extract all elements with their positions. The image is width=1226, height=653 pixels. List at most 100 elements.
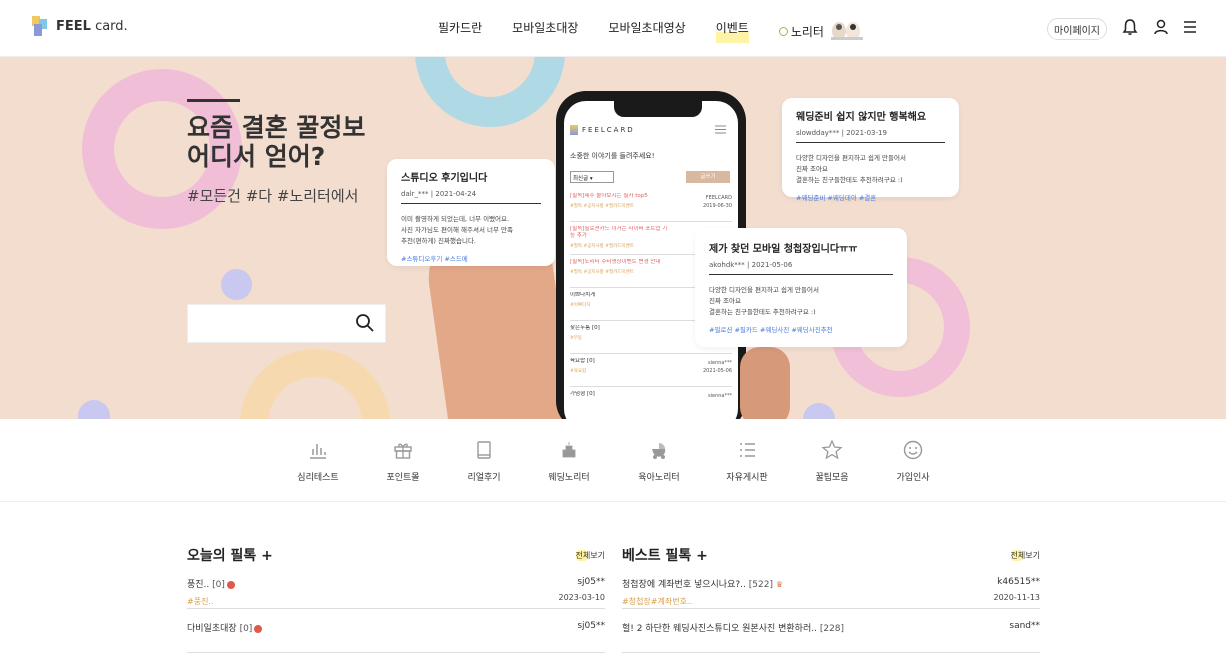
category-label: 가입인사 — [896, 473, 930, 483]
today-feeltalk-board: 오늘의 필톡 + 전체보기 풍진.. [0] #풍진.. sj05** 2023… — [187, 545, 605, 653]
category-label: 꿀팁모음 — [815, 473, 849, 483]
category-greetings[interactable]: 가입인사 — [873, 439, 953, 483]
nav-noriter[interactable]: 노리터 — [778, 19, 867, 43]
category-label: 포인트몰 — [386, 473, 420, 483]
review-card-title: 제가 찾던 모바일 청첩장입니다ㅠㅠ — [709, 244, 858, 255]
category-free-board[interactable]: 자유게시판 — [707, 439, 787, 483]
category-label: 육아노리터 — [638, 473, 680, 483]
review-card-title: 스튜디오 후기입니다 — [401, 173, 488, 184]
phone-post-title: 찾은두툼 [0] — [570, 325, 600, 331]
wedding-cake-icon — [562, 442, 576, 458]
decor-dot — [803, 403, 835, 419]
review-card: 웨딩준비 쉽지 않지만 행복해요 slowdday*** | 2021-03-1… — [782, 98, 959, 202]
review-card-tags: #스튜디오후기 #스드메 — [401, 255, 468, 263]
search-input[interactable] — [187, 304, 386, 343]
phone-select: 최신글 ▾ — [570, 171, 614, 183]
phone-menu-icon — [715, 125, 726, 134]
category-parenting-noriter[interactable]: 육아노리터 — [619, 439, 699, 483]
review-card-meta: dalr_*** | 2021-04-24 — [401, 190, 477, 198]
post-tags: #청첩장#계좌번호.. — [622, 597, 693, 606]
decor-dot — [78, 400, 110, 419]
crown-icon: ♛ — [775, 580, 783, 589]
review-card-body: 다양한 디자인을 편지하고 쉽게 만들어서 진짜 조아요 결혼하는 친구들한테도… — [709, 286, 819, 316]
divider — [796, 142, 945, 143]
post-title: 풍진.. [0] — [187, 577, 605, 590]
user-icon[interactable] — [1152, 18, 1170, 36]
category-label: 리얼후기 — [467, 473, 501, 483]
review-card-body: 이미 촬영하게 되었는데, 너무 이뻤어요. 사진 자가님도 편이해 해주셔서 … — [401, 215, 513, 245]
decor-ring — [415, 57, 565, 127]
board-title[interactable]: 오늘의 필톡 + — [187, 545, 605, 565]
category-real-review[interactable]: 리얼후기 — [444, 439, 524, 483]
phone-post-author: sienna*** — [708, 393, 732, 399]
menu-icon[interactable] — [1181, 18, 1199, 36]
nav-noriter-label: 노리터 — [790, 24, 824, 39]
phone-post-author: sienna*** — [708, 360, 732, 366]
nav-mobile-invitation-video[interactable]: 모바일초대영상 — [608, 19, 685, 43]
phone-post-title: [필독]제주 몰아보시는 필카 top5 — [570, 193, 648, 199]
post-author: k46515** — [997, 577, 1040, 587]
category-tips[interactable]: 꿀팁모음 — [792, 439, 872, 483]
review-card-meta: akohdk*** | 2021-05-06 — [709, 261, 793, 269]
hero-title: 요즘 결혼 꿀정보 어디서 얻어? — [187, 113, 366, 171]
nav-feelcard-about[interactable]: 필카드란 — [438, 19, 482, 43]
logo-mark-icon — [30, 16, 50, 36]
noriter-mascot-icon — [830, 22, 863, 40]
post-author: sj05** — [577, 621, 605, 631]
bell-icon[interactable] — [1121, 18, 1139, 36]
review-card-tags: #웨딩준비 #웨딩데이 #결혼 — [796, 194, 877, 202]
list-icon — [740, 443, 755, 457]
review-card-tags: #필로션 #필카드 #웨딩사진 #웨딩사진추천 — [709, 326, 833, 334]
category-point-mall[interactable]: 포인트몰 — [363, 439, 443, 483]
post-date: 2020-11-13 — [993, 593, 1041, 602]
main-nav: 필카드란 모바일초대장 모바일초대영상 이벤트 노리터 — [438, 19, 897, 43]
phone-post-title: [필독]노리터 주터영상이벤트 변경 안내 — [570, 259, 661, 265]
hand-fingers-image — [740, 347, 790, 419]
review-card-meta: slowdday*** | 2021-03-19 — [796, 129, 887, 137]
post-author: sj05** — [577, 577, 605, 587]
hero-accent-line — [187, 99, 240, 102]
phone-post-date: 2019-06-30 — [702, 203, 732, 209]
review-card-body: 다양한 디자인을 편지하고 쉽게 만들어서 진짜 조아요 결혼하는 친구들한테도… — [796, 154, 906, 184]
phone-post-title: 가념형 [0] — [570, 391, 595, 397]
smile-icon — [903, 440, 923, 460]
category-label: 심리테스트 — [297, 473, 339, 483]
post-author: sand** — [1009, 621, 1040, 631]
post-title: 청첩장에 계좌번호 넣으시나요?.. [522] ♛ — [622, 580, 783, 590]
divider — [401, 203, 541, 204]
gift-icon — [394, 443, 412, 459]
view-all-link[interactable]: 전체보기 — [575, 550, 605, 561]
list-item[interactable]: 청첩장에 계좌번호 넣으시나요?.. [522] ♛ #청첩장#계좌번호.. k… — [622, 577, 1040, 609]
new-badge-icon — [226, 580, 235, 589]
review-card: 스튜디오 후기입니다 dalr_*** | 2021-04-24 이미 촬영하게… — [387, 159, 555, 266]
list-item[interactable]: 풍진.. [0] #풍진.. sj05** 2023-03-10 — [187, 577, 605, 609]
book-icon — [477, 441, 491, 459]
phone-brand: FEELCARD — [582, 126, 635, 134]
nav-mobile-invitation[interactable]: 모바일초대장 — [512, 19, 578, 43]
search-icon[interactable] — [355, 313, 375, 333]
logo[interactable]: FEEL card. — [30, 16, 128, 36]
view-all-link[interactable]: 전체보기 — [1010, 550, 1040, 561]
phone-post-title: [필독]필로션카드 이거는 사이버 포트업 기능 추가 — [570, 226, 668, 239]
phone-headline: 소중한 이야기를 들려주세요! — [570, 152, 655, 160]
mypage-button[interactable]: 마이페이지 — [1047, 18, 1107, 40]
star-icon — [821, 439, 843, 460]
best-feeltalk-board: 베스트 필톡 + 전체보기 청첩장에 계좌번호 넣으시나요?.. [522] ♛… — [622, 545, 1040, 653]
category-psych-test[interactable]: 심리테스트 — [278, 439, 358, 483]
logo-text: FEEL card. — [56, 18, 128, 34]
phone-post-date: 2021-05-06 — [702, 368, 732, 374]
phone-notch — [614, 101, 702, 117]
category-label: 자유게시판 — [726, 473, 768, 483]
phone-post-title: 이쁘다치게 — [570, 292, 596, 298]
post-title: 다비일초대장 [0] — [187, 621, 605, 634]
category-wedding-noriter[interactable]: 웨딩노리터 — [529, 439, 609, 483]
decor-ring — [240, 349, 390, 419]
post-title: 헐! 2 하단한 웨딩사진스튜디오 원본사진 변환하러.. [228] — [622, 624, 845, 634]
board-title[interactable]: 베스트 필톡 + — [622, 545, 1040, 565]
nav-event[interactable]: 이벤트 — [715, 19, 749, 43]
phone-write-button: 글쓰기 — [686, 171, 730, 183]
category-menu: 심리테스트 포인트몰 리얼후기 웨딩노리터 육아노리터 자유게시판 꿀팁모음 가… — [0, 419, 1226, 502]
divider — [709, 274, 893, 275]
phone-post-row: 가념형 [0] sienna*** — [570, 387, 732, 419]
phone-post-row: [필독]제주 몰아보시는 필카 top5 #필독 #공지사항 #필카드이벤트 FEE… — [570, 189, 732, 222]
